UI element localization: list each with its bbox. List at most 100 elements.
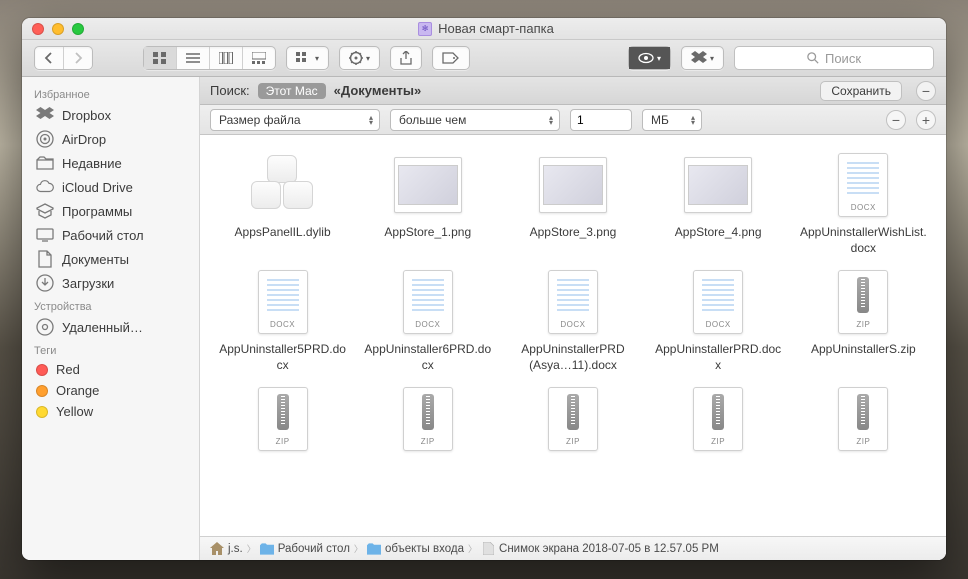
file-item[interactable]: ZIP <box>358 385 498 459</box>
forward-button[interactable] <box>64 47 92 69</box>
file-thumbnail: ZIP <box>249 385 317 453</box>
file-name: AppStore_4.png <box>675 225 762 241</box>
sidebar-item-label: Red <box>56 362 80 377</box>
file-thumbnail: DOCX <box>394 268 462 336</box>
file-item[interactable]: ZIP <box>793 385 933 459</box>
sidebar-item-downloads[interactable]: Загрузки <box>22 271 199 295</box>
close-button[interactable] <box>32 23 44 35</box>
criteria-bar: Размер файла▴▾ больше чем▴▾ МБ▴▾ − + <box>200 105 946 135</box>
recents-icon <box>36 154 54 172</box>
list-view[interactable] <box>177 47 210 69</box>
column-view[interactable] <box>210 47 243 69</box>
file-item[interactable]: ZIP <box>503 385 643 459</box>
apps-icon <box>36 202 54 220</box>
sidebar-tag-yellow[interactable]: Yellow <box>22 401 199 422</box>
sidebar-item-label: Загрузки <box>62 276 114 291</box>
sidebar-tag-orange[interactable]: Orange <box>22 380 199 401</box>
file-item[interactable]: DOCXAppUninstaller6PRD.docx <box>358 268 498 373</box>
sidebar-item-airdrop[interactable]: AirDrop <box>22 127 199 151</box>
sidebar-item-disc[interactable]: Удаленный… <box>22 315 199 339</box>
tags-button[interactable] <box>433 47 469 69</box>
favorites-header: Избранное <box>22 83 199 103</box>
file-item[interactable]: AppStore_1.png <box>358 151 498 256</box>
main-content: Поиск: Этот Мас «Документы» Сохранить − … <box>200 77 946 560</box>
path-icon <box>210 542 224 556</box>
zoom-button[interactable] <box>72 23 84 35</box>
file-grid[interactable]: AppsPanelIL.dylibAppStore_1.pngAppStore_… <box>200 135 946 536</box>
desktop-icon <box>36 226 54 244</box>
file-thumbnail <box>684 151 752 219</box>
tags-header: Теги <box>22 339 199 359</box>
sidebar-item-dropbox[interactable]: Dropbox <box>22 103 199 127</box>
action-button[interactable]: ▾ <box>340 47 379 69</box>
gallery-view[interactable] <box>243 47 275 69</box>
criteria-operator[interactable]: больше чем▴▾ <box>390 109 560 131</box>
finder-window: ✻ Новая смарт-папка ▾ ▾ ▾ ▾ Поиск <box>22 18 946 560</box>
path-item[interactable]: Рабочий стол <box>278 543 350 555</box>
file-item[interactable]: AppStore_3.png <box>503 151 643 256</box>
path-separator: 〉 <box>354 542 363 555</box>
icon-view[interactable] <box>144 47 177 69</box>
criteria-value[interactable] <box>570 109 632 131</box>
file-item[interactable]: ZIP <box>648 385 788 459</box>
file-thumbnail <box>249 151 317 219</box>
traffic-lights <box>32 23 84 35</box>
window-title: Новая смарт-папка <box>438 21 554 36</box>
criteria-unit[interactable]: МБ▴▾ <box>642 109 702 131</box>
view-mode <box>143 46 276 70</box>
search-field[interactable]: Поиск <box>734 46 934 70</box>
path-item[interactable]: объекты входа <box>385 543 464 555</box>
quicklook-menu: ▾ <box>628 46 671 70</box>
file-item[interactable]: DOCXAppUninstallerWishList.docx <box>793 151 933 256</box>
path-icon <box>481 542 495 556</box>
search-icon <box>807 52 819 64</box>
path-bar[interactable]: j.s.〉Рабочий стол〉объекты входа〉Снимок э… <box>200 536 946 560</box>
sidebar-item-label: Программы <box>62 204 132 219</box>
file-item[interactable]: DOCXAppUninstallerPRD.docx <box>648 268 788 373</box>
criteria-attribute[interactable]: Размер файла▴▾ <box>210 109 380 131</box>
tag-dot-icon <box>36 385 48 397</box>
file-item[interactable]: DOCXAppUninstallerPRD (Asya…11).docx <box>503 268 643 373</box>
scope-this-mac[interactable]: Этот Мас <box>258 83 326 99</box>
save-button[interactable]: Сохранить <box>820 81 902 101</box>
disc-icon <box>36 318 54 336</box>
file-item[interactable]: ZIPAppUninstallerS.zip <box>793 268 933 373</box>
sidebar-item-label: Рабочий стол <box>62 228 144 243</box>
minimize-button[interactable] <box>52 23 64 35</box>
file-item[interactable]: DOCXAppUninstaller5PRD.docx <box>213 268 353 373</box>
file-thumbnail: ZIP <box>394 385 462 453</box>
airdrop-icon <box>36 130 54 148</box>
add-criteria-button[interactable]: + <box>916 110 936 130</box>
sidebar-item-documents[interactable]: Документы <box>22 247 199 271</box>
scope-bar: Поиск: Этот Мас «Документы» Сохранить − <box>200 77 946 105</box>
sidebar-item-desktop[interactable]: Рабочий стол <box>22 223 199 247</box>
quicklook-button[interactable]: ▾ <box>629 47 670 69</box>
file-name: AppUninstallerPRD (Asya…11).docx <box>508 342 638 373</box>
file-thumbnail: DOCX <box>829 151 897 219</box>
dropbox-button[interactable]: ▾ <box>682 47 723 69</box>
path-item[interactable]: j.s. <box>228 543 243 555</box>
sidebar-item-recents[interactable]: Недавние <box>22 151 199 175</box>
file-thumbnail <box>394 151 462 219</box>
sidebar-item-icloud[interactable]: iCloud Drive <box>22 175 199 199</box>
remove-scope-button[interactable]: − <box>916 81 936 101</box>
path-item[interactable]: Снимок экрана 2018-07-05 в 12.57.05 PM <box>499 543 719 555</box>
sidebar-item-label: Orange <box>56 383 99 398</box>
sidebar-item-apps[interactable]: Программы <box>22 199 199 223</box>
sidebar: Избранное Dropbox AirDrop НедавниеiCloud D… <box>22 77 200 560</box>
file-item[interactable]: ZIP <box>213 385 353 459</box>
back-button[interactable] <box>35 47 64 69</box>
icloud-icon <box>36 178 54 196</box>
sidebar-item-label: AirDrop <box>62 132 106 147</box>
file-item[interactable]: AppStore_4.png <box>648 151 788 256</box>
scope-documents[interactable]: «Документы» <box>334 83 422 98</box>
remove-criteria-button[interactable]: − <box>886 110 906 130</box>
file-thumbnail: ZIP <box>829 385 897 453</box>
smart-folder-icon: ✻ <box>418 22 432 36</box>
share-button[interactable] <box>391 47 421 69</box>
downloads-icon <box>36 274 54 292</box>
file-item[interactable]: AppsPanelIL.dylib <box>213 151 353 256</box>
action-menu: ▾ <box>339 46 380 70</box>
sidebar-tag-red[interactable]: Red <box>22 359 199 380</box>
arrange-button[interactable]: ▾ <box>287 47 328 69</box>
